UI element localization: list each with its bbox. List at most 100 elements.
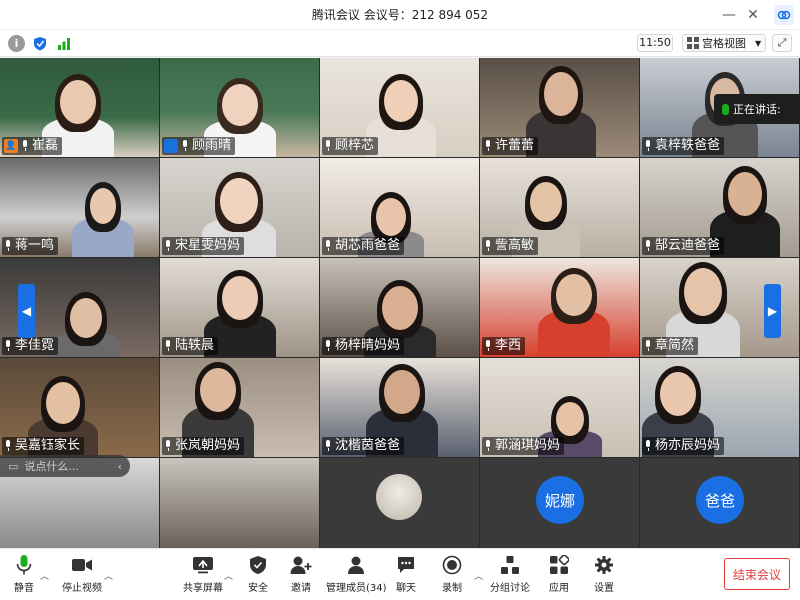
previous-page-arrow-icon[interactable]: ◀ (18, 284, 35, 338)
video-tile[interactable]: 妮娜 (480, 458, 639, 548)
share-screen-button[interactable]: 共享屏幕 (183, 553, 223, 594)
apps-button[interactable]: 应用 (547, 553, 571, 594)
participant-face (222, 84, 258, 126)
record-label: 录制 (442, 583, 462, 594)
microphone-icon (21, 140, 29, 152)
chat-button[interactable]: 聊天 (394, 553, 418, 594)
video-tile[interactable]: 👤 崔磊 (0, 58, 159, 157)
apps-icon (547, 553, 571, 577)
mute-options-caret-icon[interactable]: ︿ (40, 569, 49, 582)
video-tile[interactable]: 张岚朝妈妈 (160, 358, 319, 457)
participant-name: 蒋一鸣 (15, 238, 55, 253)
participant-name: 崔磊 (32, 138, 59, 153)
microphone-icon (4, 440, 12, 452)
microphone-icon (484, 340, 492, 352)
video-tile[interactable]: 蒋一鸣 (0, 158, 159, 257)
add-user-icon (289, 553, 313, 577)
microphone-icon (644, 140, 652, 152)
share-screen-label: 共享屏幕 (183, 583, 223, 594)
invite-button[interactable]: 邀请 (289, 553, 313, 594)
video-tile[interactable]: 李西 (480, 258, 639, 357)
mute-label: 静音 (14, 583, 34, 594)
camera-icon (70, 553, 94, 577)
participant-nameplate: 吴嘉钰家长 (2, 437, 85, 455)
collapse-arrow-icon[interactable]: ‹ (118, 460, 122, 473)
participant-nameplate: 👤 顾雨晴 (162, 137, 236, 155)
participant-face (220, 178, 258, 224)
share-options-caret-icon[interactable]: ︿ (224, 569, 233, 582)
participant-face (530, 182, 562, 222)
cat-avatar-image (376, 474, 422, 520)
breakout-rooms-button[interactable]: 分组讨论 (490, 553, 530, 594)
participant-nameplate: 蒋一鸣 (2, 237, 59, 255)
microphone-icon (4, 240, 12, 252)
participant-nameplate: 胡芯雨爸爸 (322, 237, 405, 255)
participant-face (46, 382, 80, 424)
video-tile[interactable] (320, 458, 479, 548)
video-tile[interactable]: 杨梓晴妈妈 (320, 258, 479, 357)
participant-face (60, 80, 96, 124)
host-user-icon: 👤 (4, 139, 18, 153)
record-button[interactable]: 录制 (440, 553, 464, 594)
participant-name: 郜云迪爸爸 (655, 238, 721, 253)
video-tile[interactable] (160, 458, 319, 548)
video-tile[interactable]: 陆轶晨 (160, 258, 319, 357)
video-tile[interactable]: 杨亦辰妈妈 (640, 358, 799, 457)
video-tile[interactable]: 郜云迪爸爸 (640, 158, 799, 257)
record-options-caret-icon[interactable]: ︿ (474, 569, 483, 582)
participant-face (376, 198, 406, 236)
video-tile[interactable]: 宋星雯妈妈 (160, 158, 319, 257)
participant-name: 杨亦辰妈妈 (655, 438, 721, 453)
video-tile[interactable]: 胡芯雨爸爸 (320, 158, 479, 257)
video-tile[interactable]: 沈楷茵爸爸 (320, 358, 479, 457)
settings-button[interactable]: 设置 (592, 553, 616, 594)
video-tile[interactable]: 爸爸 (640, 458, 799, 548)
fullscreen-icon[interactable]: ⤢ (772, 34, 792, 52)
microphone-icon (484, 240, 492, 252)
chat-input-placeholder: 说点什么... (24, 460, 79, 473)
video-options-caret-icon[interactable]: ︿ (104, 569, 113, 582)
shield-icon[interactable] (31, 35, 48, 52)
microphone-icon (324, 240, 332, 252)
participant-nameplate: 李西 (482, 337, 526, 355)
stop-video-button[interactable]: 停止视频 (62, 553, 102, 594)
microphone-icon (484, 140, 492, 152)
participant-face (200, 368, 236, 412)
tencent-meeting-logo-icon[interactable] (774, 5, 794, 25)
manage-members-button[interactable]: 管理成员(34) (326, 553, 387, 594)
participant-face (90, 188, 116, 224)
view-mode-dropdown[interactable]: 宫格视图 ▼ (682, 34, 766, 52)
participant-name: 宋星雯妈妈 (175, 238, 241, 253)
participant-name: 胡芯雨爸爸 (335, 238, 401, 253)
video-tile[interactable]: 訾高敏 (480, 158, 639, 257)
mute-button[interactable]: 静音 (12, 553, 36, 594)
end-meeting-button[interactable]: 结束会议 (724, 558, 790, 590)
microphone-icon (181, 140, 189, 152)
signal-strength-icon[interactable] (55, 35, 72, 52)
now-speaking-indicator: 正在讲话: (714, 94, 800, 124)
participant-name: 杨梓晴妈妈 (335, 338, 401, 353)
video-tile[interactable]: 顾梓芯 (320, 58, 479, 157)
minimize-button[interactable]: — (720, 6, 738, 24)
video-tile[interactable]: 郭涵琪妈妈 (480, 358, 639, 457)
settings-label: 设置 (594, 583, 614, 594)
microphone-icon (484, 440, 492, 452)
next-page-arrow-icon[interactable]: ▶ (764, 284, 781, 338)
participant-nameplate: 杨梓晴妈妈 (322, 337, 405, 355)
meeting-window: 腾讯会议 会议号：212 894 052 — ✕ i 11:50 宫格视图 ▼ … (0, 0, 800, 600)
host-user-icon: 👤 (164, 139, 178, 153)
microphone-icon (12, 553, 36, 577)
microphone-icon (164, 440, 172, 452)
security-button[interactable]: 安全 (246, 553, 270, 594)
info-icon[interactable]: i (8, 35, 25, 52)
close-button[interactable]: ✕ (744, 6, 762, 24)
participant-name: 袁梓轶爸爸 (655, 138, 721, 153)
participant-face (728, 172, 762, 216)
chat-quick-input[interactable]: ▭ 说点什么... ‹ (0, 455, 130, 477)
view-mode-label: 宫格视图 (702, 37, 746, 50)
bottom-control-bar: 静音 ︿ 停止视频 ︿ 共享屏幕 ︿ 安全 邀请 管理成员(34) 聊天 录制 … (0, 548, 800, 600)
video-tile[interactable]: 吴嘉钰家长 (0, 358, 159, 457)
video-tile[interactable]: 许蕾蕾 (480, 58, 639, 157)
video-tile[interactable]: 👤 顾雨晴 (160, 58, 319, 157)
participant-nameplate: 顾梓芯 (322, 137, 379, 155)
